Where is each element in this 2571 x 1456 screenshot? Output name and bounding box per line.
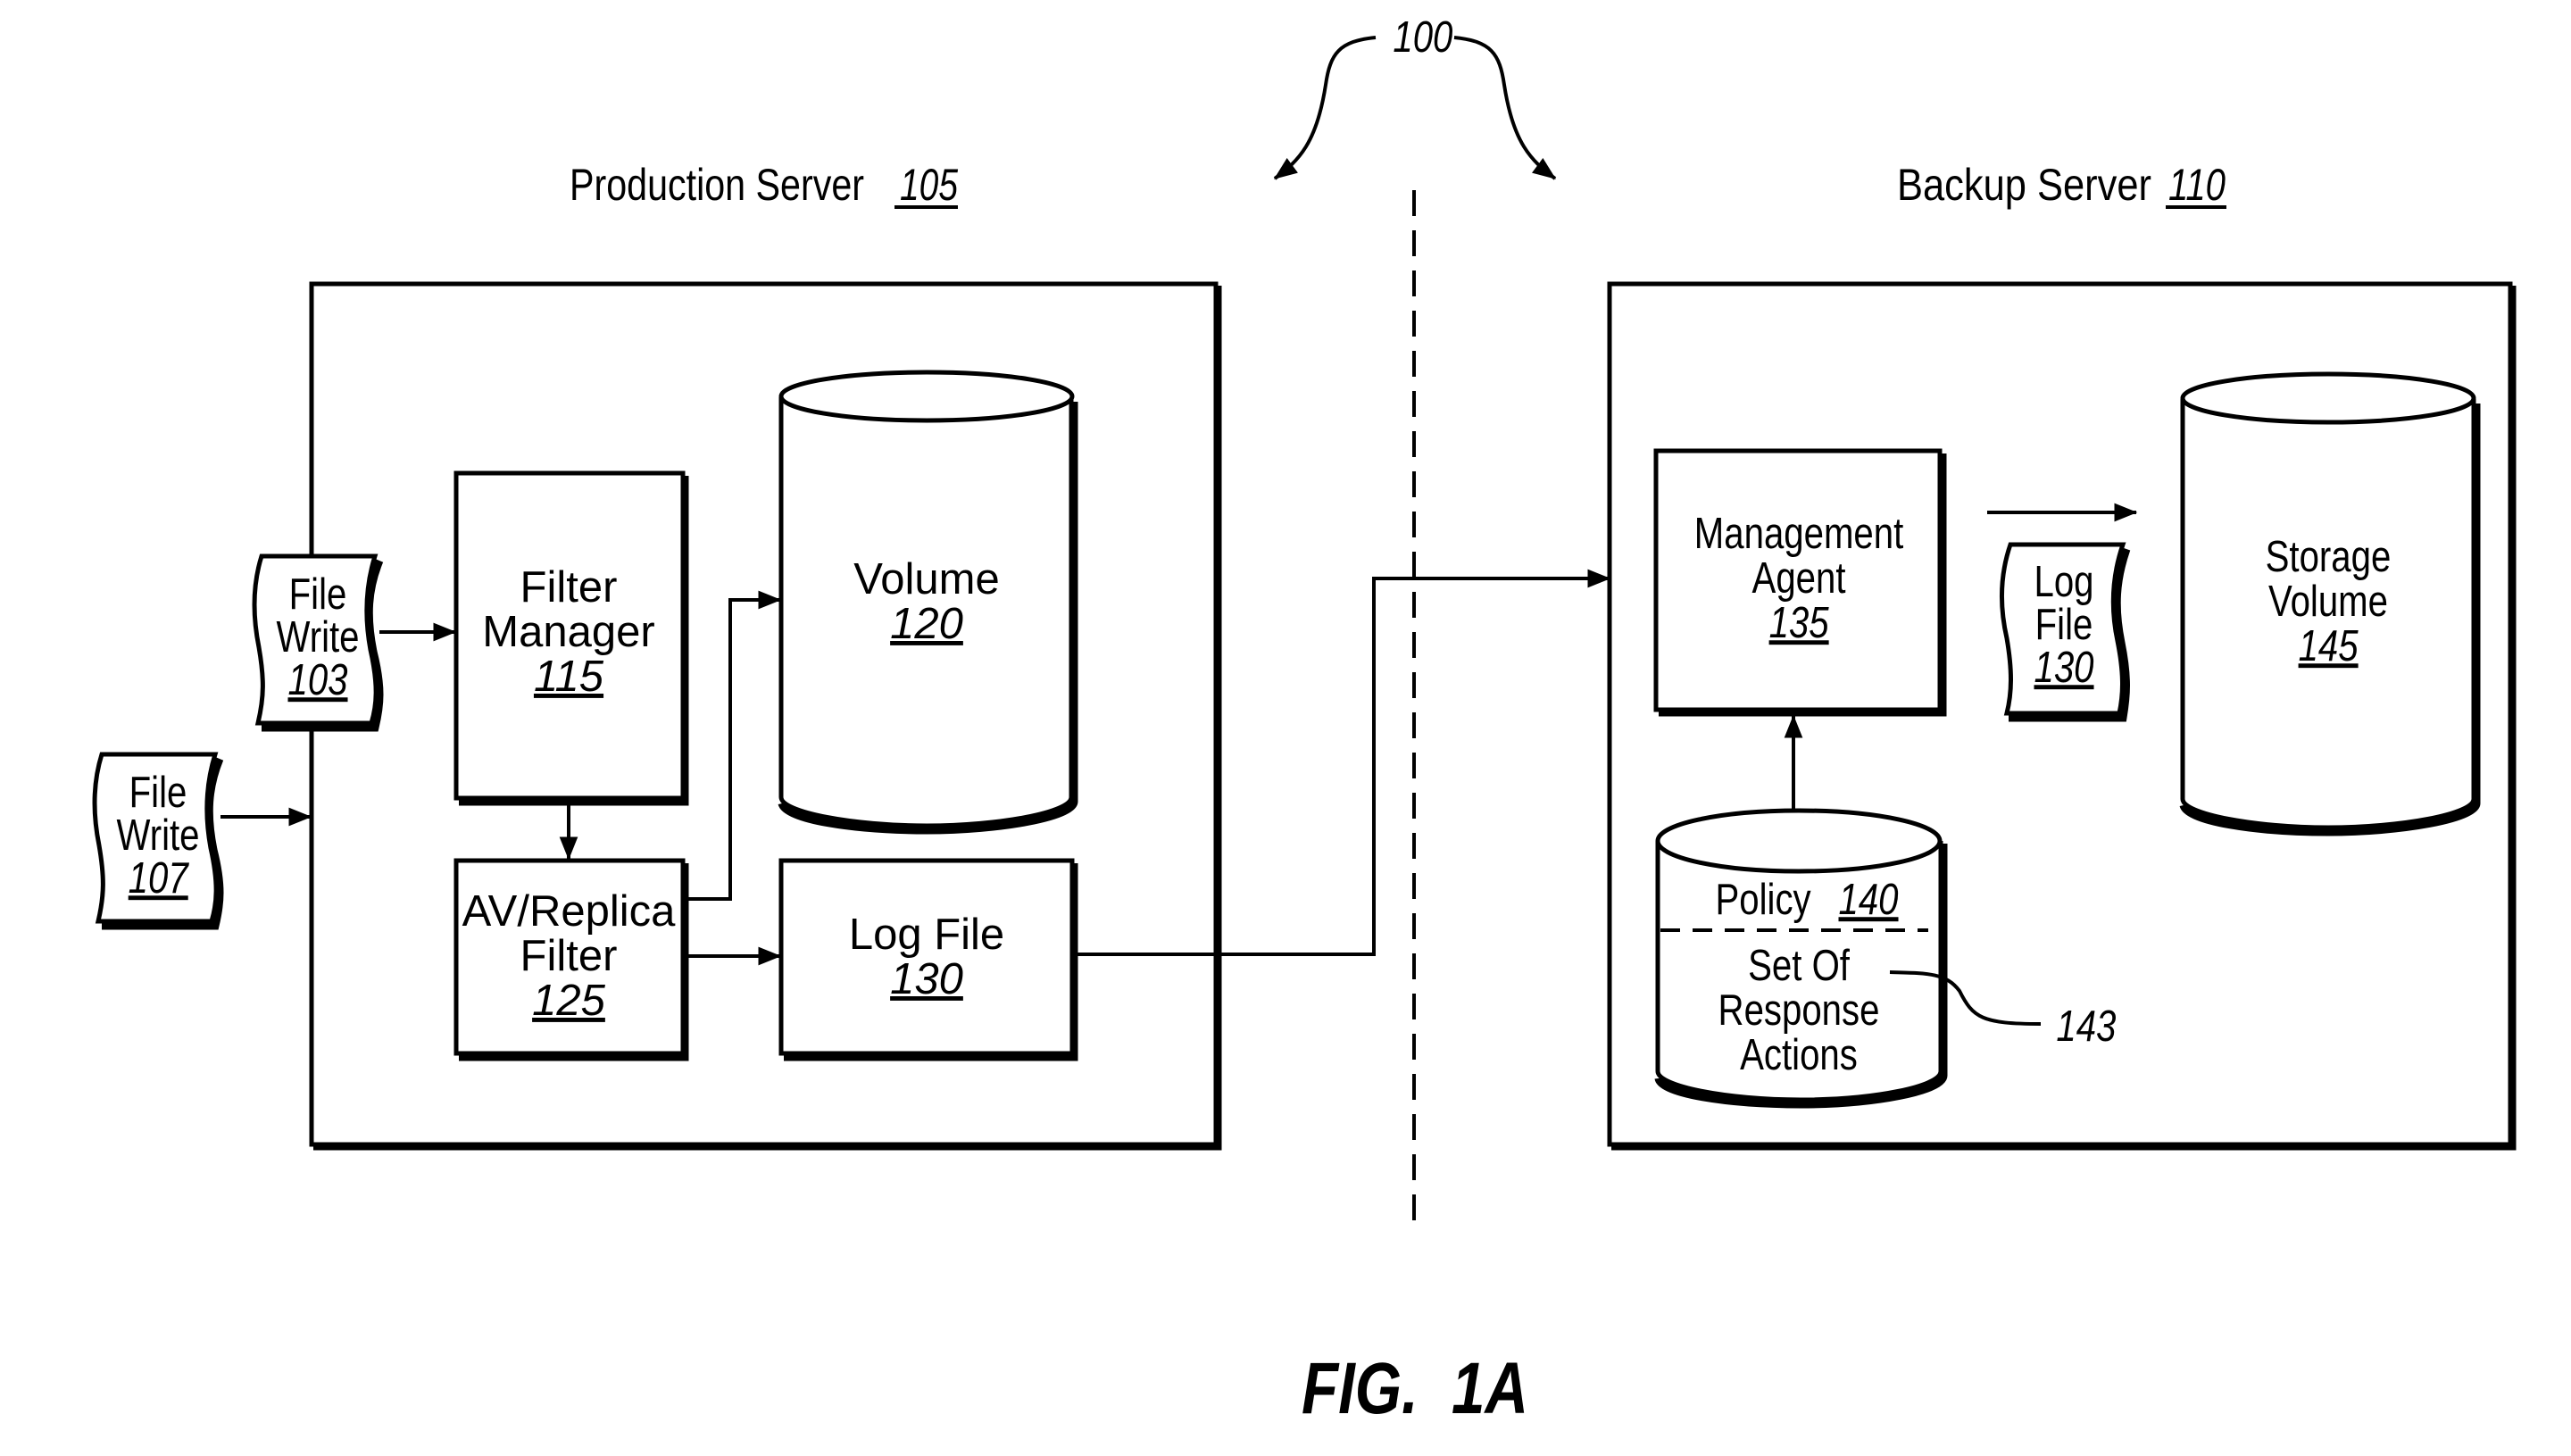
av-replica-filter-line2: Filter xyxy=(520,932,618,980)
arrow-avreplica-to-volume xyxy=(686,590,782,901)
file-write-107-ref: 107 xyxy=(129,853,190,903)
storage-volume-ref: 145 xyxy=(2299,621,2359,670)
patent-figure-1a: 100 Production Server 105 Backup Server … xyxy=(92,12,2517,1429)
log-file-ref: 130 xyxy=(890,955,963,1003)
filter-manager-line2: Manager xyxy=(482,608,654,656)
backup-server-title-text: Backup Server xyxy=(1897,160,2151,210)
figure-caption: FIG. 1A xyxy=(1302,1348,1528,1429)
system-ref-number: 100 xyxy=(1393,12,1452,62)
management-agent-box: Management Agent 135 xyxy=(1653,448,1947,717)
storage-volume-line2: Volume xyxy=(2268,577,2388,626)
volume-line1: Volume xyxy=(853,555,999,603)
filter-manager-ref: 115 xyxy=(534,653,604,701)
policy-label: Policy xyxy=(1715,875,1811,924)
av-replica-filter-line1: AV/Replica xyxy=(462,887,677,936)
volume-ref: 120 xyxy=(890,600,963,648)
ref-143: 143 xyxy=(2056,1002,2116,1051)
leader-right-curve xyxy=(1453,36,1557,180)
production-server-ref: 105 xyxy=(900,160,958,210)
system-reference-100: 100 xyxy=(1273,12,1557,180)
management-agent-ref: 135 xyxy=(1769,598,1830,647)
production-server-box xyxy=(309,281,1222,1151)
response-actions-line1: Set Of xyxy=(1748,941,1850,990)
arrow-logfile-to-backup-server xyxy=(1077,569,1611,956)
backup-server-ref: 110 xyxy=(2168,160,2226,210)
policy-cylinder: Policy 140 Set Of Response Actions xyxy=(1654,808,1948,1109)
file-write-103-document: File Write 103 xyxy=(252,553,384,732)
file-write-103-ref: 103 xyxy=(287,655,347,704)
log-file-doc-line2: File xyxy=(2035,600,2093,649)
storage-volume-cylinder: Storage Volume 145 xyxy=(2179,371,2481,836)
log-file-document: Log File 130 xyxy=(1999,542,2131,722)
filter-manager-box: Filter Manager 115 xyxy=(453,470,689,806)
policy-ref: 140 xyxy=(1838,875,1898,924)
filter-manager-line1: Filter xyxy=(520,563,618,612)
log-file-doc-line1: Log xyxy=(2034,557,2093,606)
file-write-103-line2: Write xyxy=(277,612,360,661)
management-agent-line1: Management xyxy=(1694,509,1904,558)
file-write-107-line2: Write xyxy=(117,811,200,860)
storage-volume-line1: Storage xyxy=(2266,532,2392,581)
log-file-line1: Log File xyxy=(849,911,1004,959)
volume-cylinder: Volume 120 xyxy=(778,370,1078,835)
response-actions-line2: Response xyxy=(1718,986,1880,1035)
leader-left-curve xyxy=(1273,36,1377,180)
log-file-box: Log File 130 xyxy=(778,858,1078,1061)
file-write-107-document: File Write 107 xyxy=(92,752,224,930)
response-actions-line3: Actions xyxy=(1740,1030,1858,1079)
management-agent-line2: Agent xyxy=(1752,553,1846,603)
log-file-doc-ref: 130 xyxy=(2034,643,2093,692)
file-write-107-line1: File xyxy=(129,768,187,817)
av-replica-filter-ref: 125 xyxy=(532,977,606,1025)
backup-server-title: Backup Server 110 xyxy=(1897,160,2226,210)
production-server-title-text: Production Server xyxy=(570,160,864,210)
file-write-103-line1: File xyxy=(289,570,347,619)
av-replica-filter-box: AV/Replica Filter 125 xyxy=(453,858,689,1061)
production-server-title: Production Server 105 xyxy=(570,160,958,210)
